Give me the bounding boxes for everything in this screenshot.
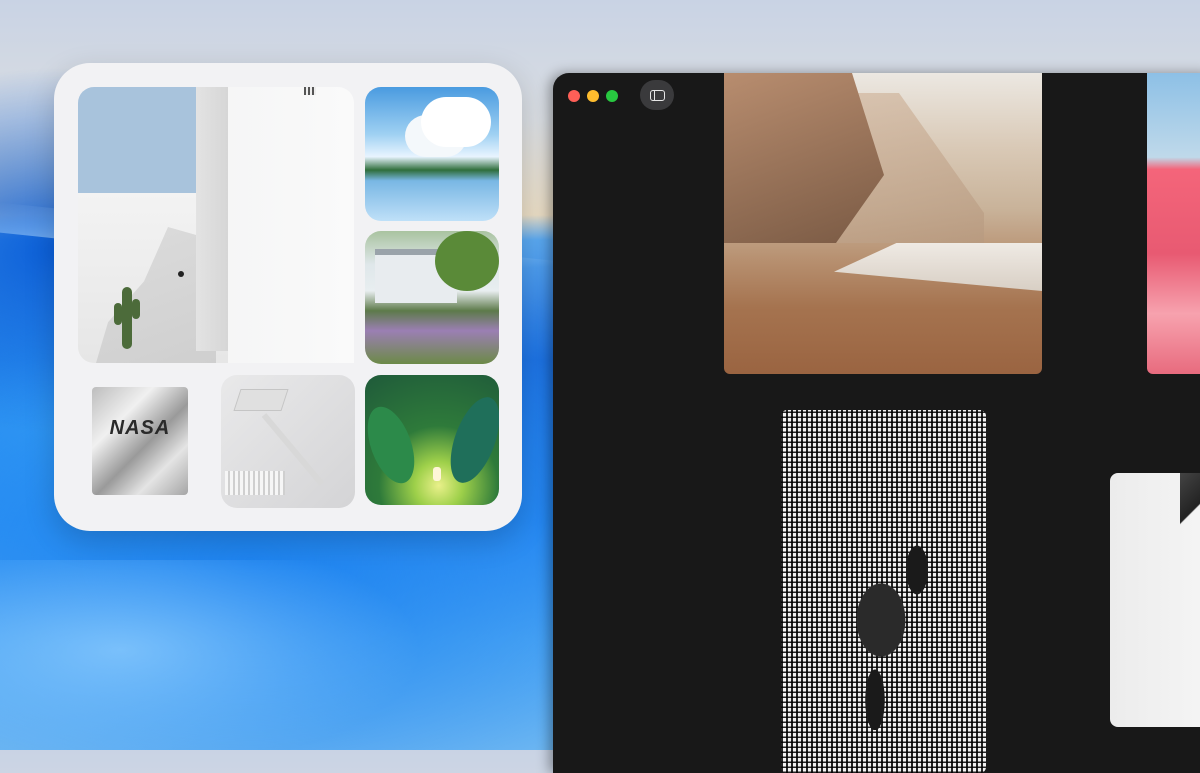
wall-hole [178,271,184,277]
foil-bag [92,387,188,495]
silhouette-figure [821,530,941,730]
bird-detail [304,87,316,95]
sidebar-toggle-button[interactable] [640,80,674,110]
lamp-grille [225,471,285,495]
sea-foam [834,243,1042,291]
photo-collage-widget[interactable]: NASA [54,63,522,531]
white-object-partial-photo[interactable] [1110,473,1200,727]
child-figure [433,467,441,481]
pink-dunes-photo[interactable] [1147,73,1200,374]
fern-leaf [365,400,424,490]
wallpaper-glow [0,560,560,750]
nasa-foil-bag-photo[interactable]: NASA [78,375,202,505]
forest-child-illustration[interactable] [365,375,499,505]
nasa-logo: NASA [109,417,171,439]
cactus-arm [114,303,122,325]
sky-area [78,87,206,193]
wall-edge [196,87,228,351]
lamp-head [233,389,289,411]
misty-beach-cliffs-photo[interactable] [724,73,1042,374]
cactus [122,287,132,349]
fern-leaf [440,390,499,490]
grid-silhouette-figure-photo[interactable] [781,410,986,773]
lake-clouds-illustration[interactable] [365,87,499,221]
tree [435,231,499,291]
close-window-button[interactable] [568,90,580,102]
sidebar-icon [649,89,665,101]
maximize-window-button[interactable] [606,90,618,102]
cottage-garden-photo[interactable] [365,231,499,364]
desk-lamp-photo[interactable] [221,375,355,508]
dark-corner [1180,473,1200,533]
minimize-window-button[interactable] [587,90,599,102]
gallery-app-window[interactable] [553,73,1200,773]
white-wall-cactus-photo[interactable] [78,87,354,363]
cloud [421,97,491,147]
cactus-arm [132,299,140,319]
